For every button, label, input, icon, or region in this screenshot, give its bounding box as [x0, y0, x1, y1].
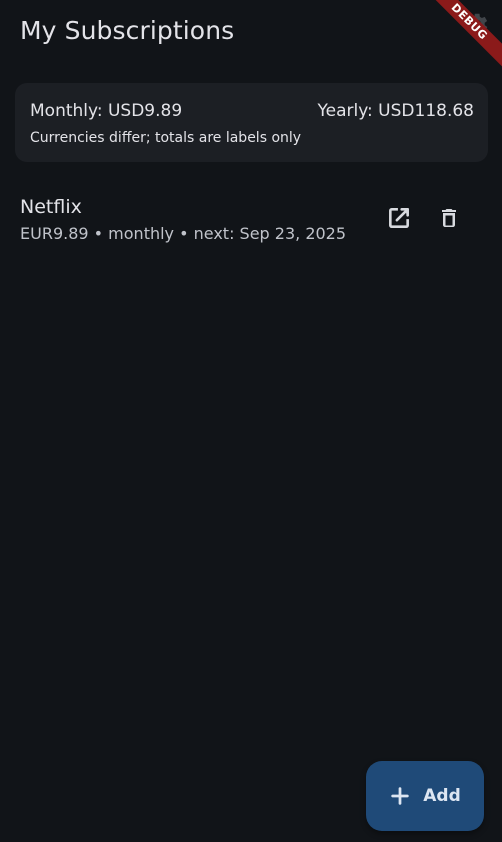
subscription-details: EUR9.89 • monthly • next: Sep 23, 2025 — [20, 224, 347, 243]
app-bar: My Subscriptions — [0, 0, 502, 70]
plus-icon — [391, 787, 409, 805]
subscription-name: Netflix — [20, 196, 82, 218]
subscription-list-item[interactable]: Netflix EUR9.89 • monthly • next: Sep 23… — [0, 186, 502, 256]
delete-icon — [442, 209, 456, 227]
totals-card: Monthly: USD9.89 Yearly: USD118.68 Curre… — [15, 83, 488, 162]
open-subscription-button[interactable] — [379, 198, 419, 238]
add-subscription-button[interactable]: Add — [366, 761, 484, 831]
yearly-total: Yearly: USD118.68 — [317, 101, 474, 121]
page-title: My Subscriptions — [20, 16, 235, 45]
delete-subscription-button[interactable] — [429, 198, 469, 238]
totals-note: Currencies differ; totals are labels onl… — [30, 130, 302, 146]
monthly-total: Monthly: USD9.89 — [30, 101, 183, 121]
add-button-label: Add — [423, 786, 461, 806]
open-in-new-icon — [389, 208, 409, 228]
